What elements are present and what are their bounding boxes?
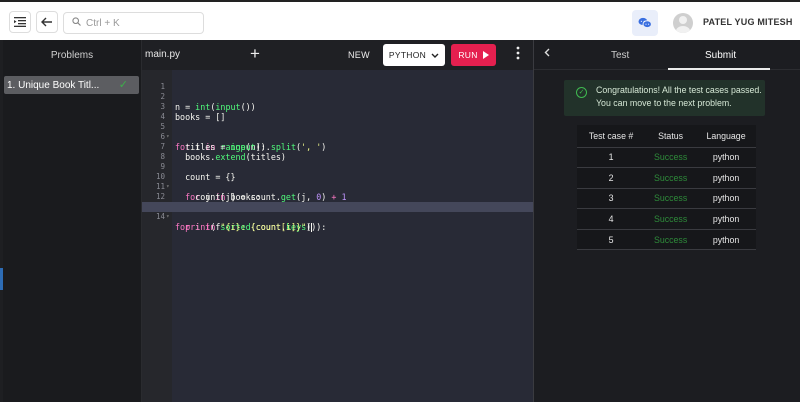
- run-label: RUN: [458, 50, 478, 60]
- code-line[interactable]: 5 ▾ for i in range(n):: [142, 112, 533, 152]
- column-header: Language: [696, 125, 756, 148]
- test-case-number: 4: [577, 208, 646, 230]
- editor-toolbar: main.py + NEW PYTHON RUN: [142, 40, 533, 70]
- language-cell: python: [696, 188, 756, 210]
- status-cell: Success: [645, 208, 697, 230]
- line-number: 14: [155, 212, 165, 221]
- code-text: print(f"{i}: {count[i]}"): [185, 222, 313, 232]
- top-bar: Ctrl + K PATEL YUG MITESH: [0, 0, 800, 40]
- code-line[interactable]: 13 ▾ for i in sorted(count.keys()):: [142, 192, 533, 232]
- code-line[interactable]: 2 n = int(input()): [142, 82, 533, 112]
- search-placeholder: Ctrl + K: [86, 17, 120, 29]
- back-button[interactable]: [36, 11, 58, 33]
- tab-main-py[interactable]: main.py: [145, 49, 180, 60]
- code-line[interactable]: 4: [142, 102, 533, 121]
- code-line[interactable]: 8: [142, 142, 533, 161]
- menu-toggle-button[interactable]: [9, 11, 31, 33]
- problems-header: Problems: [50, 49, 94, 61]
- success-message-line2: You can move to the next problem.: [596, 98, 732, 108]
- status-cell: Success: [645, 188, 697, 210]
- test-case-number: 2: [577, 167, 646, 189]
- run-button[interactable]: RUN: [451, 44, 496, 66]
- results-tabs: Test Submit: [534, 40, 800, 70]
- more-options-button[interactable]: [514, 46, 522, 60]
- status-cell: Success: [645, 229, 697, 251]
- success-alert: ✓ Congratulations! All the test cases pa…: [564, 80, 765, 116]
- chat-button[interactable]: [632, 10, 658, 36]
- table-row: 4 Success python: [577, 208, 756, 230]
- add-tab-button[interactable]: +: [250, 44, 260, 64]
- success-message-line1: Congratulations! All the test cases pass…: [596, 85, 762, 95]
- chat-icon: [638, 17, 652, 29]
- table-row: 1 Success python: [577, 147, 756, 169]
- code-line-active[interactable]: 14 print(f"{i}: {count[i]}"): [142, 202, 533, 232]
- problems-panel: Problems 1. Unique Book Titl... ✓: [3, 40, 142, 402]
- workspace: Problems 1. Unique Book Titl... ✓ main.p…: [0, 40, 800, 402]
- search-input[interactable]: Ctrl + K: [63, 12, 204, 34]
- code-line[interactable]: 10 ▾ for j in books:: [142, 162, 533, 202]
- language-cell: python: [696, 147, 756, 169]
- language-label: PYTHON: [388, 50, 427, 60]
- chevron-down-icon: [431, 51, 439, 60]
- code-line[interactable]: 11 count[j] = count.get(j, 0) + 1: [142, 172, 533, 202]
- collapse-chevron-left-icon[interactable]: [544, 48, 550, 60]
- problem-item[interactable]: 1. Unique Book Titl... ✓: [4, 76, 139, 94]
- code-editor[interactable]: 1 2 n = int(input()) 3 books = [] 4 5 ▾ …: [142, 70, 533, 402]
- language-cell: python: [696, 229, 756, 251]
- language-cell: python: [696, 208, 756, 230]
- column-header: Status: [645, 125, 697, 148]
- table-row: 5 Success python: [577, 229, 756, 251]
- active-tab-indicator: [668, 68, 770, 70]
- search-icon: [72, 17, 81, 29]
- table-row: 2 Success python: [577, 167, 756, 189]
- avatar[interactable]: [673, 13, 693, 33]
- language-select[interactable]: PYTHON: [383, 44, 445, 66]
- column-header: Test case #: [577, 125, 646, 148]
- code-line[interactable]: 12: [142, 182, 533, 201]
- check-icon: ✓: [118, 79, 128, 91]
- table-row: 3 Success python: [577, 188, 756, 210]
- code-line[interactable]: 6 titles = input().split(', '): [142, 122, 533, 152]
- code-line[interactable]: 7 books.extend(titles): [142, 132, 533, 162]
- status-cell: Success: [645, 167, 697, 189]
- test-case-number: 5: [577, 229, 646, 251]
- tab-test[interactable]: Test: [611, 50, 629, 61]
- test-case-number: 1: [577, 147, 646, 169]
- test-case-number: 3: [577, 188, 646, 210]
- more-vertical-icon: [516, 46, 520, 60]
- problem-item-label: 1. Unique Book Titl...: [7, 79, 100, 91]
- tab-submit[interactable]: Submit: [705, 50, 736, 61]
- play-icon: [482, 51, 489, 59]
- results-panel: Test Submit ✓ Congratulations! All the t…: [533, 40, 800, 402]
- username[interactable]: PATEL YUG MITESH: [703, 17, 793, 27]
- code-line[interactable]: 1: [142, 72, 533, 91]
- code-line[interactable]: 9 count = {}: [142, 152, 533, 182]
- language-cell: python: [696, 167, 756, 189]
- text-cursor: [311, 223, 313, 232]
- table-header-row: Test case # Status Language: [577, 125, 756, 148]
- new-button[interactable]: NEW: [348, 50, 370, 60]
- results-table: Test case # Status Language 1 Success py…: [577, 125, 756, 251]
- editor-panel: main.py + NEW PYTHON RUN 1 2 n = int(inp…: [142, 40, 533, 402]
- code-line[interactable]: 3 books = []: [142, 92, 533, 122]
- status-cell: Success: [645, 147, 697, 169]
- menu-icon: [14, 17, 26, 27]
- check-circle-icon: ✓: [576, 87, 587, 98]
- arrow-left-icon: [41, 17, 52, 27]
